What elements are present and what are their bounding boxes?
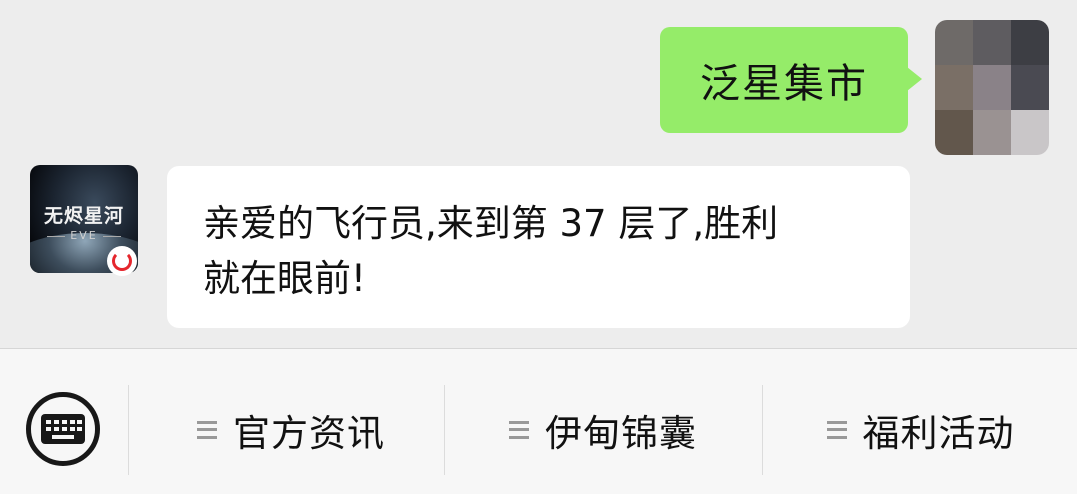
menu-item-label: 福利活动 [862, 412, 1015, 455]
game-logo-text: 无烬星河 [43, 205, 124, 227]
netease-icon [107, 246, 137, 276]
divider [762, 385, 763, 475]
menu-item-welfare-events[interactable]: 福利活动 [764, 392, 1077, 468]
menu-lines-icon [826, 421, 847, 439]
divider [444, 385, 445, 475]
menu-item-label: 伊甸锦囊 [545, 412, 697, 455]
incoming-message-line-2: 就在眼前! [203, 257, 366, 300]
game-logo-subtext: EVE [30, 229, 138, 242]
incoming-message-bubble[interactable]: 亲爱的飞行员,来到第 37 层了,胜利 就在眼前! [167, 166, 910, 328]
menu-lines-icon [509, 421, 529, 439]
keyboard-icon[interactable] [26, 392, 100, 466]
user-avatar[interactable] [935, 20, 1049, 155]
incoming-message-line-1: 亲爱的飞行员,来到第 37 层了,胜利 [203, 202, 779, 245]
chat-area: 泛星集市 无烬星河 EVE 亲爱的飞行员,来到第 37 层了,胜利 就在眼前! [0, 0, 1077, 348]
outgoing-message-text: 泛星集市 [700, 61, 868, 107]
menu-item-official-news[interactable]: 官方资讯 [140, 392, 442, 468]
outgoing-message-bubble[interactable]: 泛星集市 [660, 27, 922, 133]
divider [128, 385, 129, 475]
menu-item-eden-tips[interactable]: 伊甸锦囊 [446, 392, 760, 468]
menu-lines-icon [197, 421, 217, 439]
menu-item-label: 官方资讯 [233, 412, 385, 455]
input-bar: 官方资讯 伊甸锦囊 福利活动 [0, 348, 1077, 494]
